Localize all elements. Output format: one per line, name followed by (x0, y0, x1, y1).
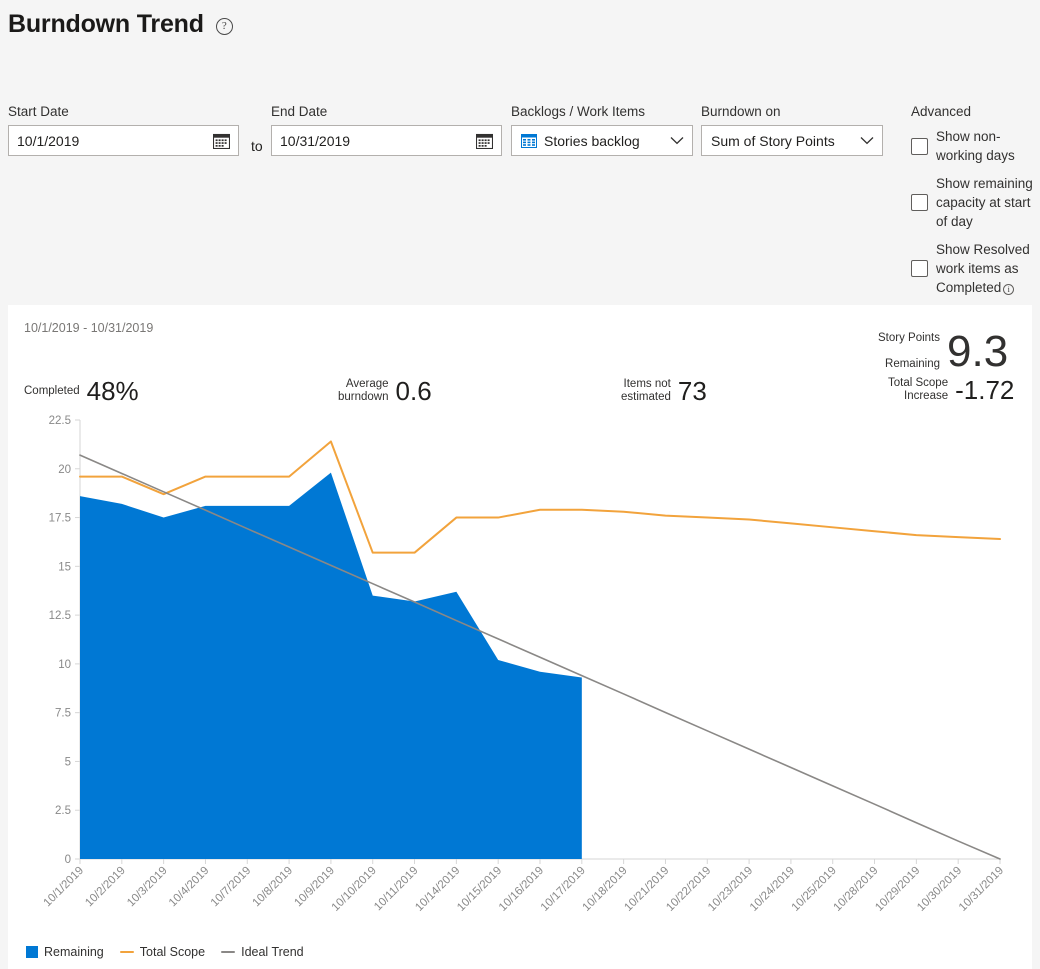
legend-swatch (119, 950, 134, 954)
backlog-field: Backlogs / Work Items Stories backlog (511, 104, 693, 156)
kpi-value: 48% (86, 376, 139, 406)
kpi-completed: Completed 48% (24, 378, 139, 404)
burndown-on-label: Burndown on (701, 104, 781, 119)
page-header: Burndown Trend ? (0, 0, 1040, 42)
legend-label: Ideal Trend (241, 945, 304, 959)
kpi-label: Items not estimated (621, 378, 671, 403)
legend-swatch (26, 946, 38, 958)
legend-item-ideal-trend[interactable]: Ideal Trend (221, 945, 304, 959)
chart-date-range: 10/1/2019 - 10/31/2019 (24, 321, 154, 335)
chevron-down-icon (860, 137, 874, 145)
start-date-field: Start Date 10/1/2019 (8, 104, 239, 156)
kpi-average-burndown: Average burndown 0.6 (338, 378, 432, 404)
x-axis-tick-label: 10/31/2019 (957, 865, 1006, 914)
backlog-label: Backlogs / Work Items (511, 104, 646, 119)
series-remaining-area (80, 472, 582, 859)
advanced-label: Advanced (911, 104, 972, 119)
y-axis-tick-label: 12.5 (49, 610, 71, 622)
burndown-on-value: Sum of Story Points (711, 132, 835, 149)
page-title: Burndown Trend (8, 9, 204, 38)
x-axis-tick-label: 10/7/2019 (209, 865, 254, 910)
legend-swatch (221, 950, 236, 954)
y-axis-tick-label: 7.5 (55, 708, 71, 720)
backlog-dropdown[interactable]: Stories backlog (511, 125, 693, 156)
end-date-value: 10/31/2019 (280, 132, 351, 149)
kpi-value: 73 (677, 376, 707, 406)
burndown-chart-card: 10/1/2019 - 10/31/2019 Story Points Rema… (8, 305, 1032, 969)
end-date-label: End Date (271, 104, 328, 119)
calendar-icon[interactable] (476, 133, 493, 149)
checkbox-show-non-working-days[interactable]: Show non-working days (911, 127, 1040, 165)
help-circle-icon[interactable]: ? (215, 17, 233, 35)
kpi-value: 9.3 (947, 326, 1009, 376)
start-date-value: 10/1/2019 (17, 132, 80, 149)
checkbox-show-remaining-capacity[interactable]: Show remaining capacity at start of day (911, 174, 1040, 231)
kpi-label: Story Points Remaining (878, 319, 940, 384)
legend-item-remaining[interactable]: Remaining (26, 945, 104, 959)
y-axis-tick-label: 17.5 (49, 513, 71, 525)
y-axis-tick-label: 15 (58, 561, 71, 573)
calendar-icon[interactable] (213, 133, 230, 149)
checkbox-show-resolved-as-completed[interactable]: Show Resolved work items as Completed i (911, 240, 1040, 297)
x-axis-tick-label: 10/3/2019 (125, 865, 170, 910)
checkbox-label: Show remaining capacity at start of day (936, 176, 1033, 229)
kpi-label-line2: Remaining (885, 358, 940, 370)
start-date-input[interactable]: 10/1/2019 (8, 125, 239, 156)
x-axis-tick-label: 10/8/2019 (251, 865, 296, 910)
y-axis-tick-label: 2.5 (55, 805, 71, 817)
start-date-label: Start Date (8, 104, 69, 119)
y-axis-tick-label: 20 (58, 464, 71, 476)
x-axis-tick-label: 10/10/2019 (330, 865, 379, 914)
kpi-label: Completed (24, 384, 80, 397)
legend-item-total-scope[interactable]: Total Scope (119, 945, 206, 959)
kpi-label-line1: Story Points (878, 332, 940, 344)
checkbox-label-text: Show Resolved work items as Completed (936, 242, 1030, 295)
end-date-field: End Date 10/31/2019 (271, 104, 502, 156)
y-axis-tick-label: 0 (65, 854, 71, 866)
end-date-input[interactable]: 10/31/2019 (271, 125, 502, 156)
kpi-label: Total Scope Increase (888, 377, 949, 402)
kpi-label: Average burndown (338, 378, 389, 403)
x-axis-tick-label: 10/4/2019 (167, 865, 212, 910)
legend-label: Total Scope (139, 945, 206, 959)
burndown-on-field: Burndown on Sum of Story Points (701, 104, 883, 156)
checkbox-box[interactable] (911, 137, 928, 155)
kpi-value: 0.6 (395, 376, 432, 406)
filter-toolbar: Start Date 10/1/2019 to End Date 10/31/2… (0, 42, 1040, 295)
backlog-icon (521, 133, 537, 148)
checkbox-box[interactable] (911, 260, 928, 277)
kpi-total-scope-increase: Total Scope Increase -1.72 (888, 377, 1014, 403)
checkbox-label: Show non-working days (936, 129, 1015, 163)
checkbox-box[interactable] (911, 194, 928, 211)
kpi-value: -1.72 (955, 375, 1015, 405)
burndown-plot: 0 2.5 5 7.5 10 12.5 15 17.5 20 22.5 10/1/2019 10/2/… (8, 410, 1032, 935)
chart-svg: 0 2.5 5 7.5 10 12.5 15 17.5 20 22.5 10/1/201910/2/… (41, 415, 1006, 914)
advanced-options: Advanced Show non-working days Show rema… (911, 104, 1040, 306)
y-axis-tick-label: 22.5 (49, 415, 71, 427)
x-axis-tick-label: 10/9/2019 (292, 865, 337, 910)
y-axis-tick-label: 10 (58, 659, 71, 671)
burndown-on-dropdown[interactable]: Sum of Story Points (701, 125, 883, 156)
x-axis-tick-label: 10/1/2019 (41, 865, 86, 910)
y-axis-tick-label: 5 (65, 756, 71, 768)
kpi-items-not-estimated: Items not estimated 73 (621, 378, 707, 404)
x-axis-tick-label: 10/2/2019 (83, 865, 128, 910)
backlog-value: Stories backlog (544, 132, 640, 149)
info-circle-icon[interactable]: i (1003, 284, 1015, 295)
chart-legend: Remaining Total Scope Ideal Trend (26, 945, 313, 959)
legend-label: Remaining (44, 945, 104, 959)
date-range-separator: to (251, 138, 263, 154)
chevron-down-icon (670, 137, 684, 145)
checkbox-label: Show Resolved work items as Completed i (936, 240, 1040, 297)
